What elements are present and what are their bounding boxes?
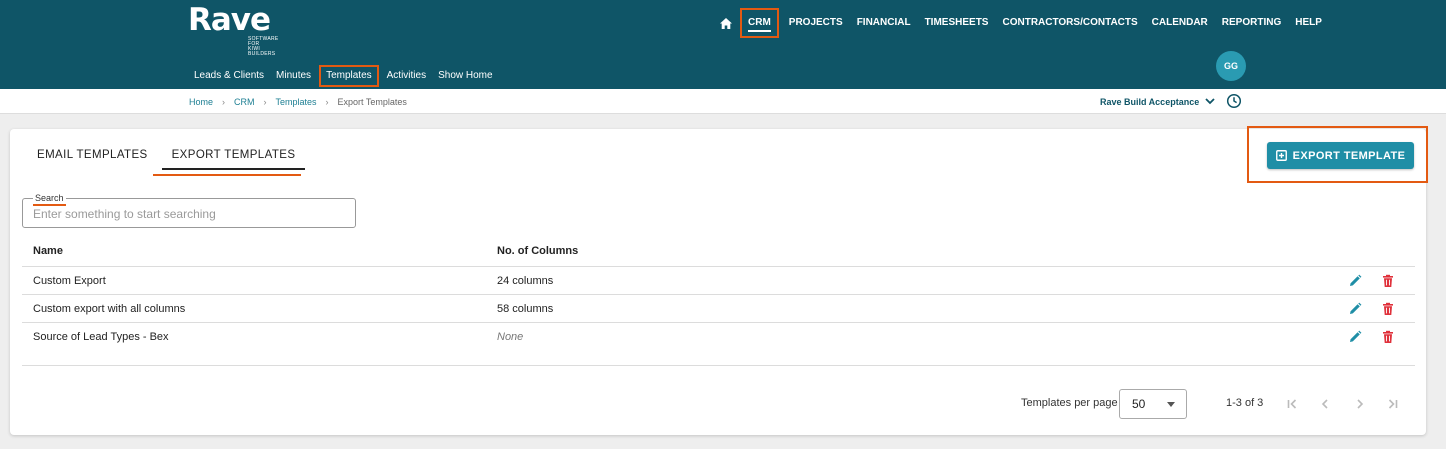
top-header: Rave SOFTWARE FOR KIWI BUILDERS CRM PROJ… [0, 0, 1446, 89]
trash-icon[interactable] [1381, 274, 1395, 288]
breadcrumb-templates[interactable]: Templates [276, 97, 317, 107]
tab-email-templates[interactable]: EMAIL TEMPLATES [27, 140, 158, 170]
subnav-templates[interactable]: Templates [319, 65, 379, 87]
last-page-icon[interactable] [1385, 396, 1401, 412]
export-template-label: EXPORT TEMPLATE [1292, 149, 1406, 162]
breadcrumb-current: Export Templates [337, 96, 407, 107]
pencil-icon[interactable] [1348, 274, 1362, 288]
pencil-icon[interactable] [1348, 302, 1362, 316]
cell-columns: None [497, 331, 524, 343]
nav-reporting[interactable]: REPORTING [1215, 8, 1288, 38]
template-tabs: EMAIL TEMPLATES EXPORT TEMPLATES [27, 140, 309, 170]
chevron-down-icon [1205, 97, 1215, 107]
project-name: Rave Build Acceptance [1100, 96, 1200, 107]
column-header-name[interactable]: Name [33, 245, 63, 257]
subnav-leads-clients[interactable]: Leads & Clients [188, 65, 270, 87]
table-header: Name No. of Columns [22, 235, 1415, 267]
per-page-select[interactable]: 50 [1119, 389, 1187, 419]
export-template-button[interactable]: EXPORT TEMPLATE [1267, 142, 1414, 169]
nav-timesheets[interactable]: TIMESHEETS [918, 8, 996, 38]
plus-box-icon [1275, 150, 1287, 161]
subnav-minutes[interactable]: Minutes [270, 65, 317, 87]
chevron-right-icon: › [325, 96, 329, 107]
search-input[interactable] [33, 205, 343, 222]
subnav-activities[interactable]: Activities [381, 65, 432, 87]
templates-card: EMAIL TEMPLATES EXPORT TEMPLATES EXPORT … [10, 126, 1428, 435]
rave-logo[interactable]: Rave SOFTWARE FOR KIWI BUILDERS [188, 2, 278, 57]
table-row[interactable]: Custom Export 24 columns [22, 267, 1415, 295]
templates-table: Name No. of Columns Custom Export 24 col… [22, 235, 1415, 351]
previous-page-icon[interactable] [1317, 396, 1333, 412]
cell-columns: 58 columns [497, 302, 554, 315]
breadcrumb-crm[interactable]: CRM [234, 97, 255, 107]
tab-export-templates[interactable]: EXPORT TEMPLATES [161, 140, 306, 170]
cell-name: Source of Lead Types - Bex [33, 331, 169, 343]
subnav-show-home[interactable]: Show Home [432, 65, 498, 87]
nav-calendar[interactable]: CALENDAR [1145, 8, 1215, 38]
breadcrumb: Home › CRM › Templates › Export Template… [189, 89, 407, 114]
sub-nav: Leads & Clients Minutes Templates Activi… [188, 65, 499, 87]
table-divider [22, 365, 1415, 366]
nav-projects[interactable]: PROJECTS [782, 8, 850, 38]
nav-crm[interactable]: CRM [740, 8, 779, 38]
cell-columns: 24 columns [497, 274, 554, 287]
user-avatar[interactable]: GG [1216, 51, 1246, 81]
next-page-icon[interactable] [1352, 396, 1368, 412]
home-icon[interactable] [716, 8, 736, 38]
clock-history-icon[interactable] [1226, 93, 1242, 109]
cell-name: Custom Export [33, 274, 106, 287]
per-page-label: Templates per page [1021, 397, 1118, 409]
table-row[interactable]: Custom export with all columns 58 column… [22, 295, 1415, 323]
first-page-icon[interactable] [1284, 396, 1300, 412]
trash-icon[interactable] [1381, 302, 1395, 316]
pagination: Templates per page 50 1-3 of 3 [10, 389, 1426, 419]
chevron-right-icon: › [222, 96, 226, 107]
table-row[interactable]: Source of Lead Types - Bex None [22, 323, 1415, 351]
breadcrumb-bar: Home › CRM › Templates › Export Template… [0, 89, 1446, 114]
nav-financial[interactable]: FINANCIAL [850, 8, 918, 38]
breadcrumb-home[interactable]: Home [189, 97, 213, 107]
chevron-right-icon: › [263, 96, 267, 107]
nav-contractors-contacts[interactable]: CONTRACTORS/CONTACTS [995, 8, 1144, 38]
nav-help[interactable]: HELP [1288, 8, 1329, 38]
column-header-columns[interactable]: No. of Columns [497, 245, 578, 257]
per-page-value: 50 [1132, 397, 1146, 411]
caret-down-icon [1167, 402, 1175, 407]
search-label: Search [33, 192, 66, 206]
tab-highlight-underline [153, 174, 301, 176]
project-selector[interactable]: Rave Build Acceptance [1100, 89, 1215, 114]
search-field: Search [22, 192, 356, 228]
page-range: 1-3 of 3 [1226, 397, 1264, 409]
cell-name: Custom export with all columns [33, 302, 186, 315]
logo-wordmark: Rave [188, 2, 271, 38]
main-nav: CRM PROJECTS FINANCIAL TIMESHEETS CONTRA… [716, 8, 1329, 38]
logo-tagline: SOFTWARE FOR KIWI BUILDERS [248, 36, 279, 57]
trash-icon[interactable] [1381, 330, 1395, 344]
pencil-icon[interactable] [1348, 330, 1362, 344]
